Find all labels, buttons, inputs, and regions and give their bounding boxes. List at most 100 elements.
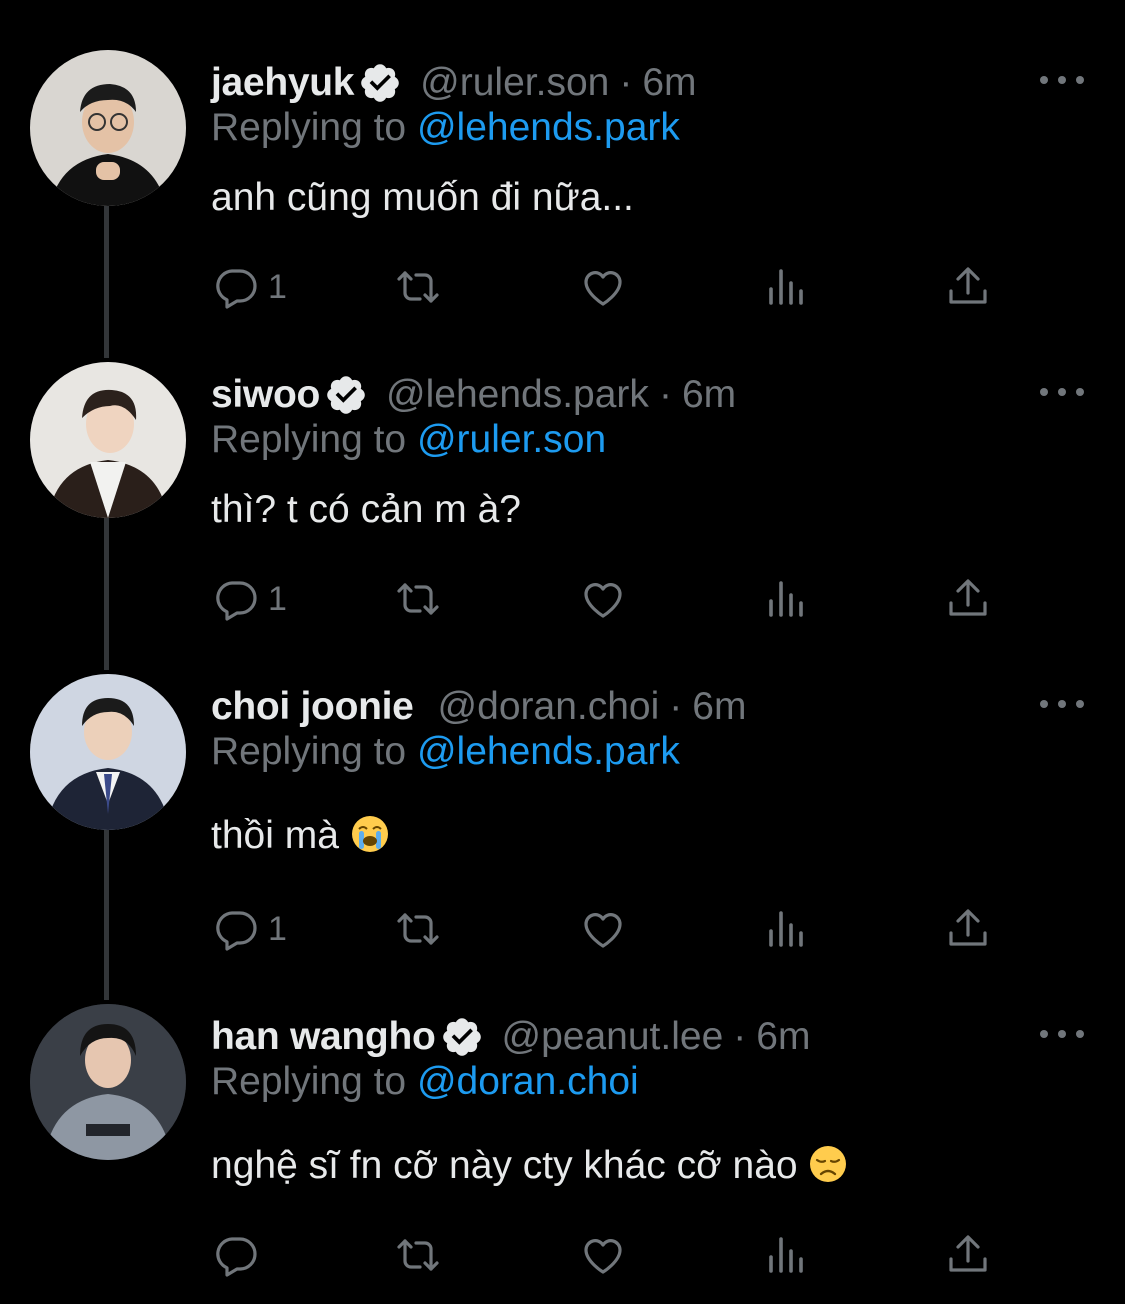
replying-to: Replying to @lehends.park	[211, 730, 680, 774]
tweet-header: han wangho @peanut.lee · 6m	[211, 1010, 810, 1064]
views-icon	[769, 911, 803, 947]
retweet-button[interactable]	[394, 262, 442, 312]
replying-to-label: Replying to	[211, 106, 407, 149]
retweet-icon	[397, 271, 439, 303]
like-button[interactable]	[579, 574, 627, 624]
more-options-icon[interactable]	[1040, 70, 1084, 90]
replying-to-label: Replying to	[211, 730, 407, 773]
tweet-text-content: thì? t có cản m à?	[211, 488, 522, 531]
retweet-button[interactable]	[394, 1230, 442, 1280]
share-icon	[949, 1235, 987, 1272]
share-button[interactable]	[944, 904, 992, 954]
tweet-text: anh cũng muốn đi nữa...	[211, 176, 634, 220]
replying-to: Replying to @doran.choi	[211, 1060, 639, 1104]
tweet-text: thì? t có cản m à?	[211, 488, 521, 532]
reply-button[interactable]: 1	[212, 904, 287, 954]
replying-to-mention[interactable]: @lehends.park	[417, 730, 680, 773]
reply-button[interactable]	[212, 1230, 268, 1280]
reply-count: 1	[268, 909, 287, 948]
share-button[interactable]	[944, 1230, 992, 1280]
views-button[interactable]	[762, 1230, 810, 1280]
views-button[interactable]	[762, 262, 810, 312]
verified-badge-icon	[440, 1015, 484, 1059]
disappointed-face-emoji	[810, 1146, 847, 1182]
retweet-icon	[397, 1239, 439, 1271]
reply-icon	[216, 581, 257, 621]
reply-icon	[216, 269, 257, 309]
share-button[interactable]	[944, 574, 992, 624]
replying-to: Replying to @lehends.park	[211, 106, 680, 150]
tweet[interactable]: han wangho @peanut.lee · 6m Replying to …	[0, 1004, 1125, 1304]
heart-icon	[584, 1239, 622, 1274]
retweet-icon	[397, 913, 439, 945]
like-button[interactable]	[579, 1230, 627, 1280]
share-icon	[949, 909, 987, 946]
timestamp[interactable]: 6m	[756, 1015, 810, 1059]
tweet-header: jaehyuk @ruler.son · 6m	[211, 56, 697, 110]
tweet-text-content: nghệ sĩ fn cỡ này cty khác cỡ nào	[211, 1144, 798, 1187]
share-icon	[949, 579, 987, 616]
tweet[interactable]: siwoo @lehends.park · 6m Replying to @ru…	[0, 362, 1125, 662]
avatar[interactable]	[30, 50, 186, 206]
views-icon	[769, 1237, 803, 1273]
display-name[interactable]: choi joonie	[211, 685, 414, 729]
reply-button[interactable]: 1	[212, 262, 287, 312]
replying-to-mention[interactable]: @doran.choi	[417, 1060, 639, 1103]
reply-count: 1	[268, 267, 287, 306]
user-handle[interactable]: @doran.choi	[438, 685, 660, 729]
more-options-icon[interactable]	[1040, 694, 1084, 714]
tweet-header: choi joonie @doran.choi · 6m	[211, 680, 746, 734]
replying-to-mention[interactable]: @ruler.son	[417, 418, 606, 461]
separator-dot: ·	[658, 373, 672, 416]
views-button[interactable]	[762, 574, 810, 624]
retweet-button[interactable]	[394, 574, 442, 624]
display-name[interactable]: han wangho	[211, 1015, 436, 1059]
replying-to-mention[interactable]: @lehends.park	[417, 106, 680, 149]
timestamp[interactable]: 6m	[692, 685, 746, 729]
views-icon	[769, 581, 803, 617]
share-icon	[949, 267, 987, 304]
avatar-photo	[30, 50, 186, 206]
heart-icon	[584, 913, 622, 948]
timestamp[interactable]: 6m	[682, 373, 736, 417]
avatar-photo	[30, 674, 186, 830]
tweet-header: siwoo @lehends.park · 6m	[211, 368, 736, 422]
reply-icon	[216, 1237, 257, 1277]
reply-button[interactable]: 1	[212, 574, 287, 624]
user-handle[interactable]: @ruler.son	[420, 61, 609, 105]
reply-icon	[216, 911, 257, 951]
views-button[interactable]	[762, 904, 810, 954]
more-options-icon[interactable]	[1040, 382, 1084, 402]
heart-icon	[584, 583, 622, 618]
share-button[interactable]	[944, 262, 992, 312]
retweet-icon	[397, 583, 439, 615]
tweet-text: thồi mà	[211, 814, 390, 858]
views-icon	[769, 269, 803, 305]
display-name[interactable]: siwoo	[211, 373, 320, 417]
verified-badge-icon	[358, 61, 402, 105]
tweet-text: nghệ sĩ fn cỡ này cty khác cỡ nào	[211, 1144, 848, 1188]
like-button[interactable]	[579, 904, 627, 954]
retweet-button[interactable]	[394, 904, 442, 954]
replying-to-label: Replying to	[211, 1060, 407, 1103]
tweet[interactable]: choi joonie @doran.choi · 6m Replying to…	[0, 674, 1125, 984]
tweet-actions: 1	[212, 262, 1002, 312]
replying-to-label: Replying to	[211, 418, 407, 461]
avatar[interactable]	[30, 674, 186, 830]
like-button[interactable]	[579, 262, 627, 312]
display-name[interactable]: jaehyuk	[211, 61, 354, 105]
user-handle[interactable]: @lehends.park	[386, 373, 649, 417]
tweet-actions	[212, 1230, 1002, 1280]
user-handle[interactable]: @peanut.lee	[502, 1015, 724, 1059]
more-options-icon[interactable]	[1040, 1024, 1084, 1044]
tweet[interactable]: jaehyuk @ruler.son · 6m Replying to @leh…	[0, 50, 1125, 350]
loudly-crying-face-emoji	[351, 816, 388, 852]
separator-dot: ·	[669, 685, 683, 728]
replying-to: Replying to @ruler.son	[211, 418, 606, 462]
avatar[interactable]	[30, 362, 186, 518]
avatar[interactable]	[30, 1004, 186, 1160]
reply-count: 1	[268, 579, 287, 618]
tweet-actions: 1	[212, 904, 1002, 954]
avatar-photo	[30, 1004, 186, 1160]
timestamp[interactable]: 6m	[642, 61, 696, 105]
